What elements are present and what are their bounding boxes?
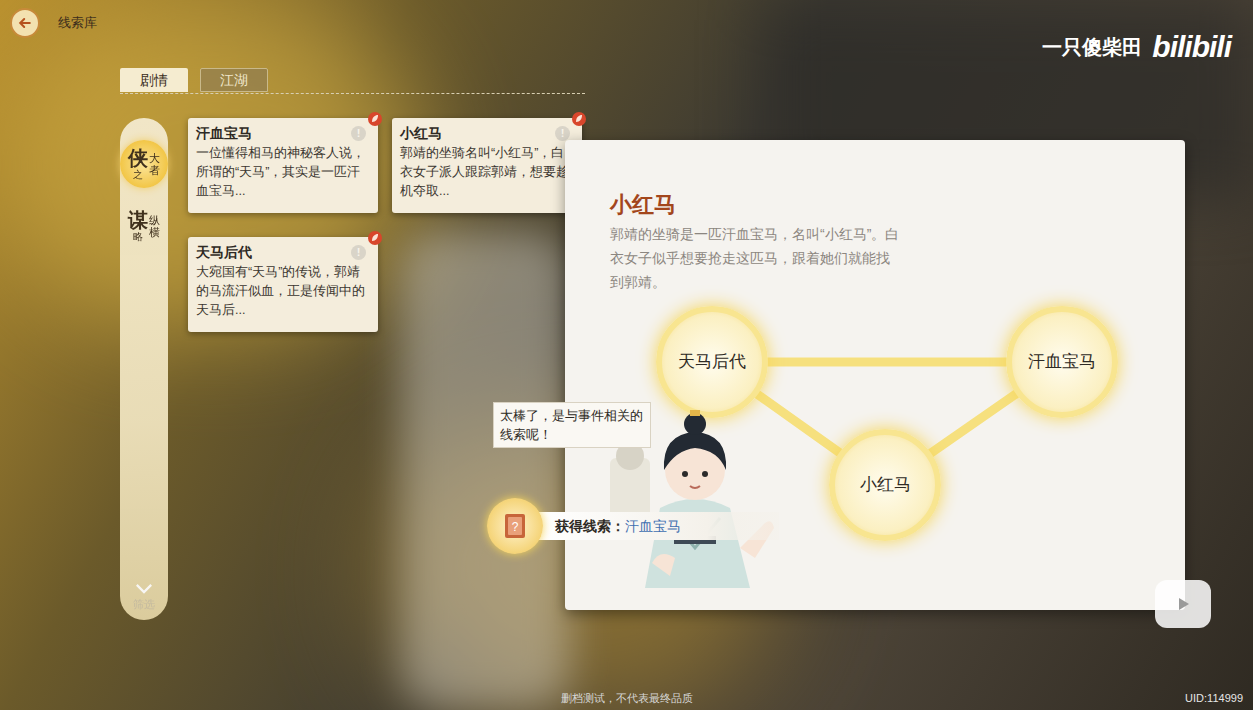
new-leaf-icon [571, 111, 587, 127]
clue-card[interactable]: 小红马! 郭靖的坐骑名叫“小红马”，白衣女子派人跟踪郭靖，想要趁机夺取... [392, 118, 582, 213]
clue-title: 天马后代 [196, 242, 252, 262]
play-button[interactable] [1155, 580, 1211, 628]
clue-title: 汗血宝马 [196, 123, 252, 143]
chapter-item[interactable]: 侠之大者 [120, 140, 168, 188]
filter-button[interactable]: 筛选 [133, 583, 155, 621]
clue-card[interactable]: 天马后代! 大宛国有“天马”的传说，郭靖的马流汗似血，正是传闻中的天马后... [188, 237, 378, 332]
new-leaf-icon [367, 111, 383, 127]
clue-node[interactable]: 汗血宝马 [1006, 306, 1118, 418]
new-leaf-icon [367, 230, 383, 246]
page-title: 线索库 [58, 13, 97, 33]
game-screen: 线索库剧情江湖侠之大者谋略纵横筛选 汗血宝马! 一位懂得相马的神秘客人说，所谓的“天… [0, 0, 1253, 710]
tab[interactable]: 剧情 [120, 68, 188, 92]
detail-title: 小红马 [610, 190, 1185, 220]
clue-card[interactable]: 汗血宝马! 一位懂得相马的神秘客人说，所谓的“天马”，其实是一匹汗血宝马... [188, 118, 378, 213]
clue-toast: ?获得线索：汗血宝马 [487, 498, 779, 554]
hint-icon: ! [351, 126, 366, 141]
clue-book-icon: ? [503, 512, 527, 540]
back-button[interactable] [10, 8, 40, 38]
clue-desc: 郭靖的坐骑名叫“小红马”，白衣女子派人跟踪郭靖，想要趁机夺取... [400, 144, 574, 201]
detail-desc: 郭靖的坐骑是一匹汗血宝马，名叫“小红马”。白衣女子似乎想要抢走这匹马，跟着她们就… [610, 222, 900, 294]
watermark: 一只傻柴田bilibili [1042, 24, 1231, 69]
tab-bar: 剧情江湖 [120, 68, 585, 94]
clue-desc: 一位懂得相马的神秘客人说，所谓的“天马”，其实是一匹汗血宝马... [196, 144, 370, 201]
top-bar: 线索库 [10, 8, 1253, 38]
speech-bubble: 太棒了，是与事件相关的线索呢！ [493, 402, 651, 448]
back-arrow-icon [17, 15, 33, 31]
test-notice: 删档测试，不代表最终品质 [0, 690, 1253, 707]
tab[interactable]: 江湖 [200, 68, 268, 92]
clue-node[interactable]: 天马后代 [656, 306, 768, 418]
svg-text:?: ? [512, 520, 519, 534]
hint-icon: ! [351, 245, 366, 260]
chapter-sidebar: 侠之大者谋略纵横筛选 [120, 118, 168, 620]
clue-node[interactable]: 小红马 [829, 429, 941, 541]
hint-icon: ! [555, 126, 570, 141]
uid-label: UID:114999 [1185, 690, 1243, 707]
clue-desc: 大宛国有“天马”的传说，郭靖的马流汗似血，正是传闻中的天马后... [196, 263, 370, 320]
clue-title: 小红马 [400, 123, 442, 143]
chevron-down-icon [135, 583, 153, 594]
chapter-item[interactable]: 谋略纵横 [120, 202, 168, 250]
play-icon [1173, 594, 1193, 614]
